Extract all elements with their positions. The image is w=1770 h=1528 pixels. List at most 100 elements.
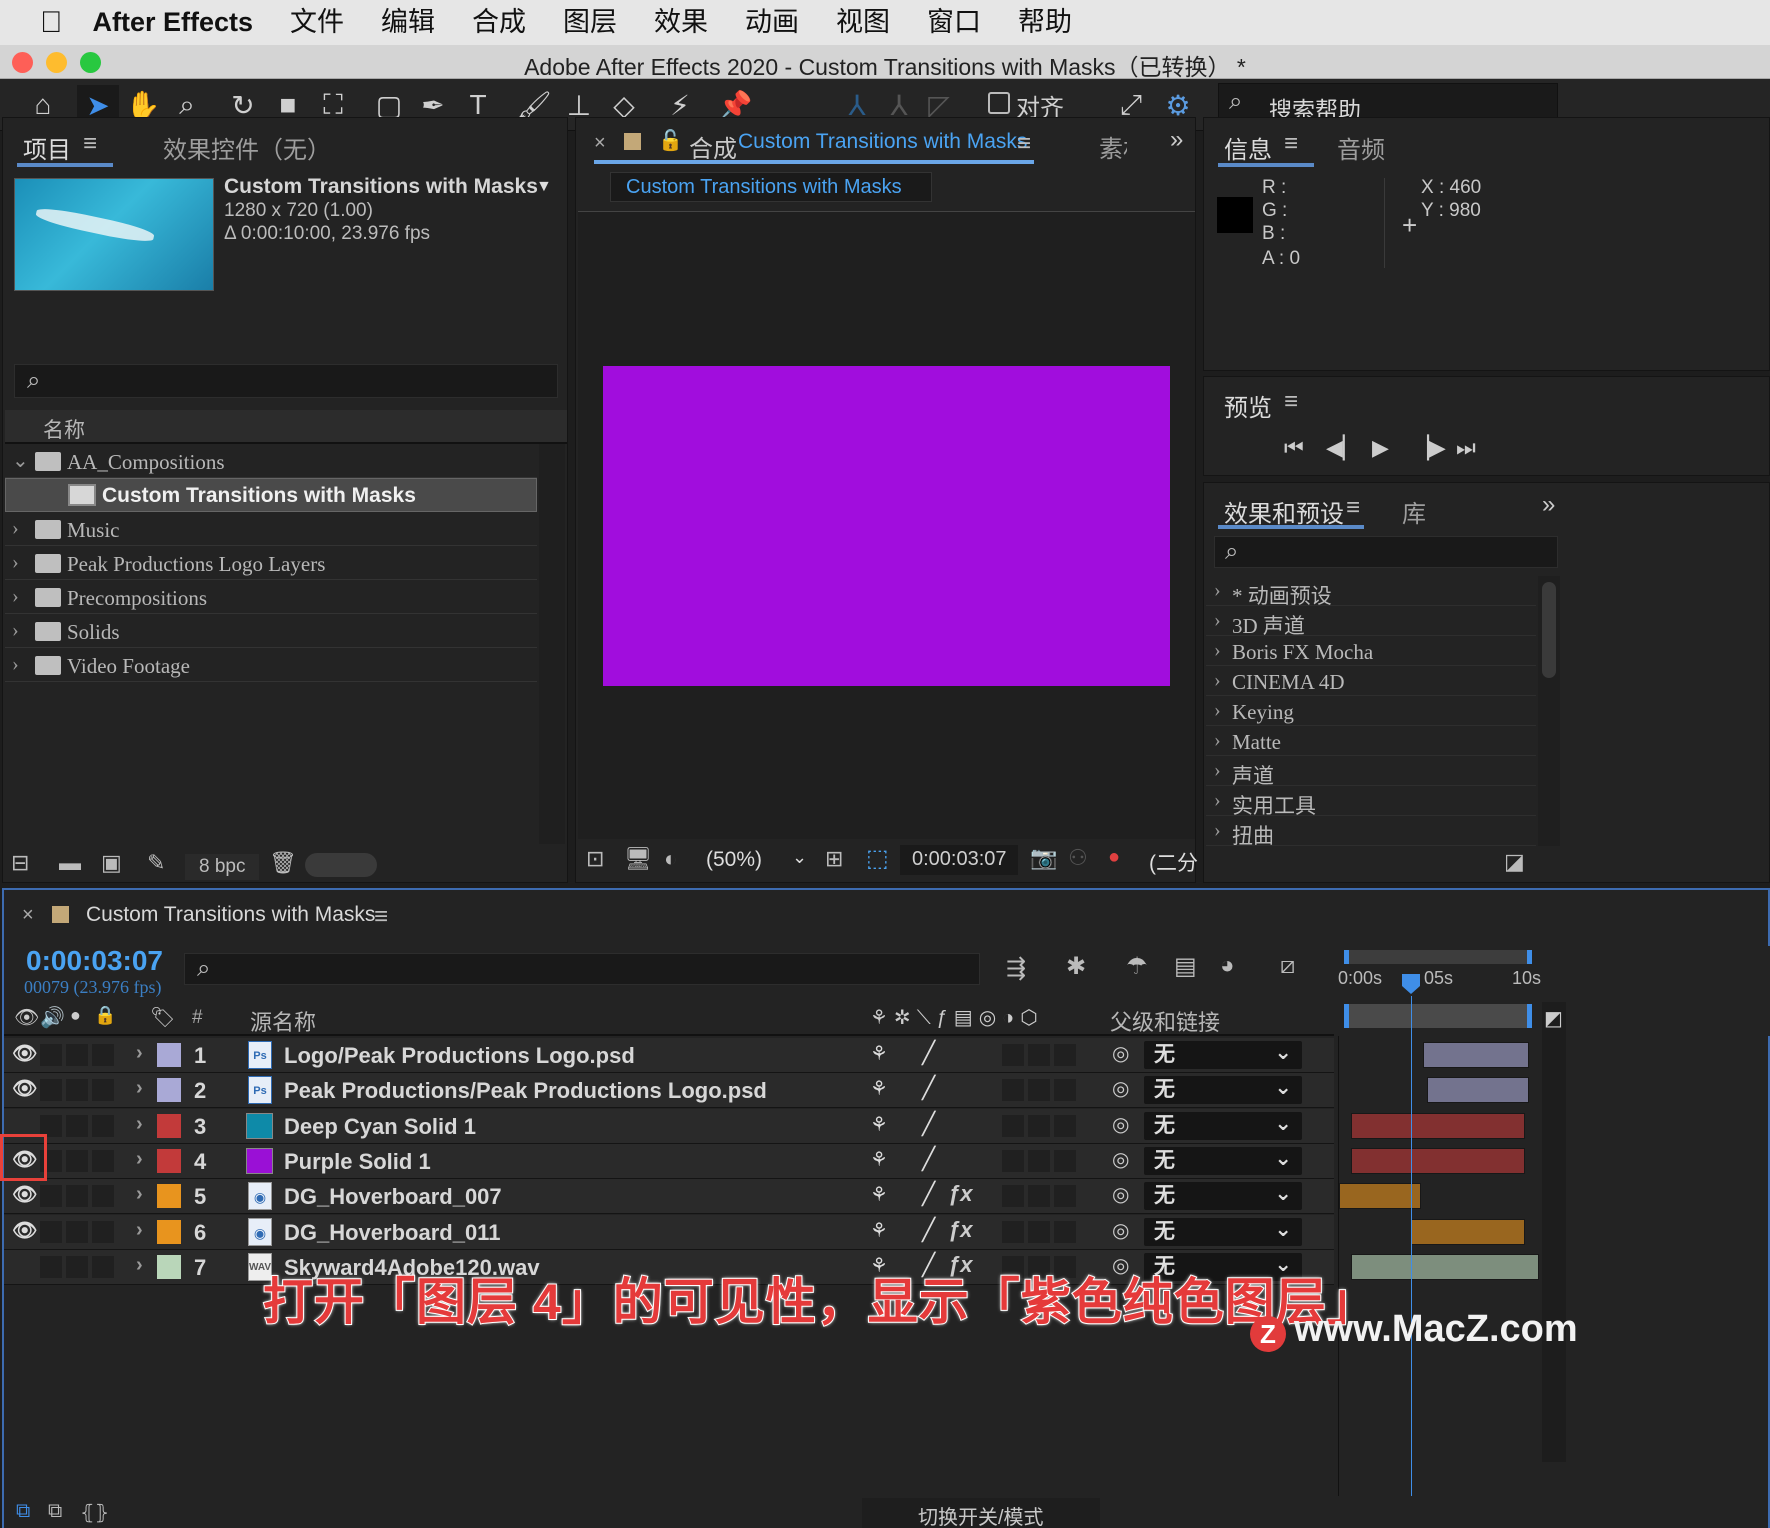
quality-switch-icon[interactable]: ╱	[922, 1111, 935, 1137]
timeline-right-scrollbar[interactable]: ◩	[1542, 1002, 1566, 1462]
new-composition-icon[interactable]: ▣	[101, 850, 122, 876]
tab-project[interactable]: 项目	[23, 130, 71, 165]
solo-header-icon[interactable]: ●	[70, 1005, 81, 1026]
comp-tab-prefix[interactable]: 合成	[689, 129, 737, 164]
menu-layer[interactable]: 图层	[563, 0, 617, 45]
parent-pickwhip-icon[interactable]: ◎	[1112, 1182, 1129, 1207]
zoom-dropdown[interactable]: (50%) ⌄	[700, 845, 812, 875]
tab-footage[interactable]: 素材	[1099, 129, 1127, 164]
column-number-header[interactable]: #	[192, 1007, 203, 1029]
layer-source-name[interactable]: Purple Solid 1	[284, 1149, 431, 1175]
mask-visibility-icon[interactable]: ◐	[664, 846, 677, 872]
layer-row[interactable]: 👁 › 1 Ps Logo/Peak Productions Logo.psd ⚘ ╱ ◎ 无 ⌄	[4, 1038, 1334, 1073]
project-item-video-footage[interactable]: › Video Footage	[5, 648, 537, 682]
effects-search-input[interactable]: ⌕	[1214, 536, 1558, 568]
switch-box[interactable]	[1054, 1114, 1076, 1137]
project-item-music[interactable]: › Music	[5, 512, 537, 546]
chevron-right-icon[interactable]: ›	[12, 517, 19, 540]
audio-toggle[interactable]	[40, 1185, 62, 1208]
effects-category-item[interactable]: › CINEMA 4D	[1206, 666, 1536, 696]
audio-toggle[interactable]	[40, 1079, 62, 1102]
monitor-icon[interactable]: 🖥	[624, 846, 652, 872]
solo-toggle[interactable]	[66, 1079, 88, 1102]
last-frame-icon[interactable]: ⏭	[1456, 435, 1476, 461]
comp-canvas-purple-solid[interactable]	[603, 366, 1170, 686]
solo-toggle[interactable]	[66, 1220, 88, 1243]
show-snapshot-icon[interactable]: ⚇	[1068, 845, 1088, 871]
switch-box[interactable]	[1028, 1079, 1050, 1102]
chevron-right-icon[interactable]: ›	[136, 1254, 143, 1277]
video-visibility-header-icon[interactable]: 👁	[14, 1005, 39, 1030]
current-time-display[interactable]: 0:00:03:07	[900, 845, 1018, 875]
chevron-right-icon[interactable]: ›	[136, 1077, 143, 1100]
project-item-solids[interactable]: › Solids	[5, 614, 537, 648]
apple-icon[interactable]: 	[40, 0, 63, 45]
project-item-peak-logo-layers[interactable]: › Peak Productions Logo Layers	[5, 546, 537, 580]
layer-duration-bar[interactable]	[1427, 1077, 1529, 1104]
chevron-right-icon[interactable]: ›	[1214, 789, 1221, 812]
resolution-dropdown[interactable]: (二分	[1149, 847, 1198, 877]
layer-source-name[interactable]: Logo/Peak Productions Logo.psd	[284, 1043, 635, 1069]
effect-switch-icon[interactable]: ƒx	[948, 1217, 972, 1243]
menu-animation[interactable]: 动画	[745, 0, 799, 45]
motion-blur-icon[interactable]: ◕	[1220, 952, 1235, 980]
quality-switch-icon[interactable]: ╱	[922, 1075, 935, 1101]
interpret-footage-icon[interactable]: ⊟	[11, 850, 29, 876]
chevron-right-icon[interactable]: ›	[1214, 639, 1221, 662]
parent-dropdown[interactable]: 无 ⌄	[1144, 1076, 1302, 1105]
audio-toggle[interactable]	[40, 1220, 62, 1243]
lock-toggle[interactable]	[92, 1255, 114, 1278]
draft-3d-icon[interactable]: ✱	[1066, 952, 1086, 981]
lock-toggle[interactable]	[92, 1149, 114, 1172]
effects-category-item[interactable]: › 声道	[1206, 756, 1536, 788]
visibility-eye-icon[interactable]: 👁	[12, 1182, 38, 1208]
effects-category-item[interactable]: › Matte	[1206, 726, 1536, 756]
quality-switch-icon[interactable]: ╱	[922, 1146, 935, 1172]
menu-window[interactable]: 窗口	[927, 0, 981, 45]
chevron-down-icon[interactable]: ⌄	[12, 448, 29, 473]
project-scrollbar[interactable]	[539, 444, 565, 844]
effects-category-item[interactable]: › 3D 声道	[1206, 606, 1536, 638]
visibility-eye-icon[interactable]: 👁	[12, 1041, 38, 1067]
visibility-eye-icon[interactable]: 👁	[12, 1218, 38, 1244]
timeline-current-time[interactable]: 0:00:03:07	[26, 945, 163, 977]
switch-box[interactable]	[1028, 1114, 1050, 1137]
layer-label-color[interactable]	[157, 1184, 181, 1209]
visibility-eye-icon[interactable]: 👁	[12, 1076, 38, 1102]
thumbnail-slider[interactable]	[305, 853, 377, 877]
effects-category-item[interactable]: › 扭曲	[1206, 816, 1536, 848]
tab-audio[interactable]: 音频	[1337, 130, 1385, 165]
menu-edit[interactable]: 编辑	[381, 0, 435, 45]
layer-label-color[interactable]	[157, 1148, 181, 1173]
parent-pickwhip-icon[interactable]: ◎	[1112, 1112, 1129, 1137]
layer-duration-bar[interactable]	[1411, 1218, 1525, 1245]
switch-box[interactable]	[1028, 1149, 1050, 1172]
switch-box[interactable]	[1002, 1114, 1024, 1137]
chevron-right-icon[interactable]: ›	[136, 1113, 143, 1136]
layer-label-color[interactable]	[157, 1113, 181, 1138]
transfer-controls-icon[interactable]: ⧉	[48, 1500, 62, 1523]
switch-box[interactable]	[1002, 1079, 1024, 1102]
snapshot-icon[interactable]: 📷	[1030, 845, 1057, 871]
close-icon[interactable]: ×	[22, 904, 34, 927]
menu-effect[interactable]: 效果	[654, 0, 708, 45]
project-search-input[interactable]: ⌕	[14, 364, 558, 398]
column-source-name-header[interactable]: 源名称	[250, 1005, 316, 1037]
column-name-header[interactable]: 名称	[43, 414, 85, 444]
playhead-handle[interactable]	[1402, 974, 1420, 994]
project-menu-icon[interactable]: ≡	[83, 130, 97, 158]
more-tabs-icon[interactable]: »	[1542, 491, 1555, 519]
snap-checkbox[interactable]	[988, 92, 1010, 114]
layer-row[interactable]: 👁 › 4 Purple Solid 1 ⚘ ╱ ◎ 无 ⌄	[4, 1143, 1334, 1179]
project-item-precompositions[interactable]: › Precompositions	[5, 580, 537, 614]
solo-toggle[interactable]	[66, 1185, 88, 1208]
layer-source-name[interactable]: DG_Hoverboard_011	[284, 1220, 500, 1246]
layer-source-name[interactable]: Deep Cyan Solid 1	[284, 1114, 476, 1140]
audio-header-icon[interactable]: 🔊	[40, 1005, 65, 1030]
layer-row[interactable]: 👁 › 2 Ps Peak Productions/Peak Productions L…	[4, 1073, 1334, 1109]
comp-menu-icon[interactable]: ≡	[1017, 130, 1031, 158]
effects-category-item[interactable]: › * 动画预设	[1206, 576, 1536, 608]
app-menu[interactable]: After Effects	[93, 0, 254, 45]
layer-duration-bar[interactable]	[1339, 1183, 1421, 1210]
chevron-right-icon[interactable]: ›	[136, 1183, 143, 1206]
